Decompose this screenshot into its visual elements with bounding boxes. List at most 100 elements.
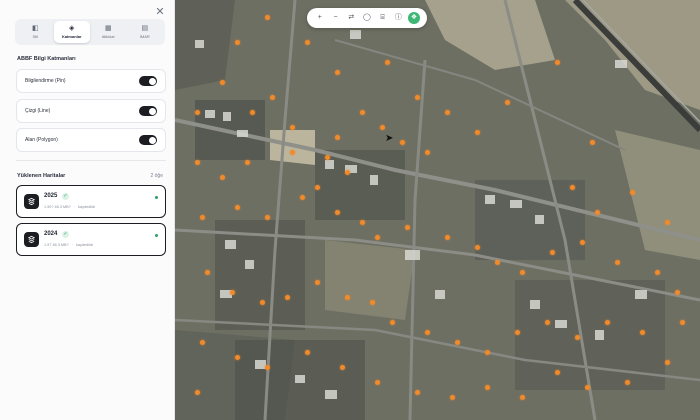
map-pin-marker[interactable] — [340, 365, 345, 370]
map-pin-marker[interactable] — [495, 260, 500, 265]
info-icon[interactable]: ⓘ — [392, 12, 404, 24]
map-pin-marker[interactable] — [450, 395, 455, 400]
map-pin-marker[interactable] — [475, 130, 480, 135]
map-pin-marker[interactable] — [505, 100, 510, 105]
map-pin-marker[interactable] — [195, 110, 200, 115]
map-pin-marker[interactable] — [415, 390, 420, 395]
tab-altliklar[interactable]: ▦ Altlıklar — [90, 21, 127, 43]
map-card-2024[interactable]: 2024 ✓ 1.97 48.3 MB? · kaydedildi — [16, 223, 166, 256]
map-pin-marker[interactable] — [375, 235, 380, 240]
tag-icon[interactable]: ⌸ — [377, 12, 389, 24]
map-pin-marker[interactable] — [380, 125, 385, 130]
map-pin-marker[interactable] — [615, 260, 620, 265]
map-pin-marker[interactable] — [290, 125, 295, 130]
map-pin-marker[interactable] — [515, 330, 520, 335]
map-pin-marker[interactable] — [655, 270, 660, 275]
map-pin-marker[interactable] — [260, 300, 265, 305]
map-pin-marker[interactable] — [680, 320, 685, 325]
map-pin-marker[interactable] — [405, 225, 410, 230]
map-pin-marker[interactable] — [390, 320, 395, 325]
map-pin-marker[interactable] — [335, 210, 340, 215]
map-pin-marker[interactable] — [305, 40, 310, 45]
map-pin-marker[interactable] — [415, 95, 420, 100]
map-pin-marker[interactable] — [220, 80, 225, 85]
map-pin-marker[interactable] — [520, 270, 525, 275]
map-pin-marker[interactable] — [580, 240, 585, 245]
layer-polygon-toggle[interactable] — [139, 135, 157, 145]
satellite-map[interactable]: + − ⇄ ◯ ⌸ ⓘ ❖ ➤ — [175, 0, 700, 420]
map-pin-marker[interactable] — [605, 320, 610, 325]
map-pin-marker[interactable] — [425, 150, 430, 155]
map-pin-marker[interactable] — [375, 380, 380, 385]
map-pin-marker[interactable] — [290, 150, 295, 155]
map-pin-marker[interactable] — [265, 15, 270, 20]
zoom-out-icon[interactable]: − — [330, 12, 342, 24]
map-pin-marker[interactable] — [235, 205, 240, 210]
map-pin-marker[interactable] — [555, 60, 560, 65]
map-pin-marker[interactable] — [265, 365, 270, 370]
map-pin-marker[interactable] — [270, 95, 275, 100]
map-pin-marker[interactable] — [640, 330, 645, 335]
layer-pin-toggle[interactable] — [139, 76, 157, 86]
map-pin-marker[interactable] — [315, 280, 320, 285]
map-pin-marker[interactable] — [425, 330, 430, 335]
map-pin-marker[interactable] — [230, 290, 235, 295]
map-pin-marker[interactable] — [325, 155, 330, 160]
map-pin-marker[interactable] — [520, 395, 525, 400]
map-pin-marker[interactable] — [195, 160, 200, 165]
map-pin-marker[interactable] — [250, 110, 255, 115]
map-pin-marker[interactable] — [590, 140, 595, 145]
map-pin-marker[interactable] — [220, 175, 225, 180]
map-pin-marker[interactable] — [455, 340, 460, 345]
map-pin-marker[interactable] — [200, 340, 205, 345]
map-pin-marker[interactable] — [445, 110, 450, 115]
map-pin-marker[interactable] — [315, 185, 320, 190]
map-pin-marker[interactable] — [200, 215, 205, 220]
map-pin-marker[interactable] — [345, 170, 350, 175]
map-pin-marker[interactable] — [335, 135, 340, 140]
close-icon[interactable]: ✕ — [153, 5, 167, 19]
map-pin-marker[interactable] — [385, 60, 390, 65]
map-pin-marker[interactable] — [360, 110, 365, 115]
map-pin-marker[interactable] — [665, 220, 670, 225]
map-pin-marker[interactable] — [235, 40, 240, 45]
map-pin-marker[interactable] — [245, 160, 250, 165]
compare-icon[interactable]: ⇄ — [345, 12, 357, 24]
map-pin-marker[interactable] — [625, 380, 630, 385]
map-pin-marker[interactable] — [335, 70, 340, 75]
map-pin-marker[interactable] — [360, 220, 365, 225]
map-pin-marker[interactable] — [570, 185, 575, 190]
map-pin-marker[interactable] — [235, 355, 240, 360]
map-pin-marker[interactable] — [485, 385, 490, 390]
tab-stil[interactable]: ◧ Stil — [17, 21, 54, 43]
map-pin-marker[interactable] — [265, 215, 270, 220]
zoning-icon: ▤ — [141, 24, 149, 32]
map-pin-marker[interactable] — [675, 290, 680, 295]
map-pin-marker[interactable] — [485, 350, 490, 355]
map-pin-marker[interactable] — [205, 270, 210, 275]
map-pin-marker[interactable] — [555, 370, 560, 375]
map-pin-marker[interactable] — [445, 235, 450, 240]
map-pin-marker[interactable] — [545, 320, 550, 325]
map-pin-marker[interactable] — [585, 385, 590, 390]
map-pin-marker[interactable] — [400, 140, 405, 145]
tab-imar[interactable]: ▤ İMAR — [127, 21, 164, 43]
map-pin-marker[interactable] — [305, 350, 310, 355]
map-pin-marker[interactable] — [595, 210, 600, 215]
tab-katmanlar[interactable]: ◈ Katmanlar — [53, 21, 90, 43]
map-pin-marker[interactable] — [195, 390, 200, 395]
map-pin-marker[interactable] — [550, 250, 555, 255]
map-pin-marker[interactable] — [285, 295, 290, 300]
layer-line-toggle[interactable] — [139, 106, 157, 116]
map-pin-marker[interactable] — [630, 190, 635, 195]
map-pin-marker[interactable] — [300, 195, 305, 200]
zoom-in-icon[interactable]: + — [314, 12, 326, 24]
map-pin-marker[interactable] — [475, 245, 480, 250]
pointer-icon[interactable]: ◯ — [361, 12, 373, 24]
map-card-2025[interactable]: 2025 ✓ 1.90? 48.3 MB? · kaydedildi — [16, 185, 166, 218]
map-pin-marker[interactable] — [345, 295, 350, 300]
map-pin-marker[interactable] — [575, 335, 580, 340]
layers-active-icon[interactable]: ❖ — [408, 12, 421, 24]
map-pin-marker[interactable] — [665, 360, 670, 365]
map-pin-marker[interactable] — [370, 300, 375, 305]
